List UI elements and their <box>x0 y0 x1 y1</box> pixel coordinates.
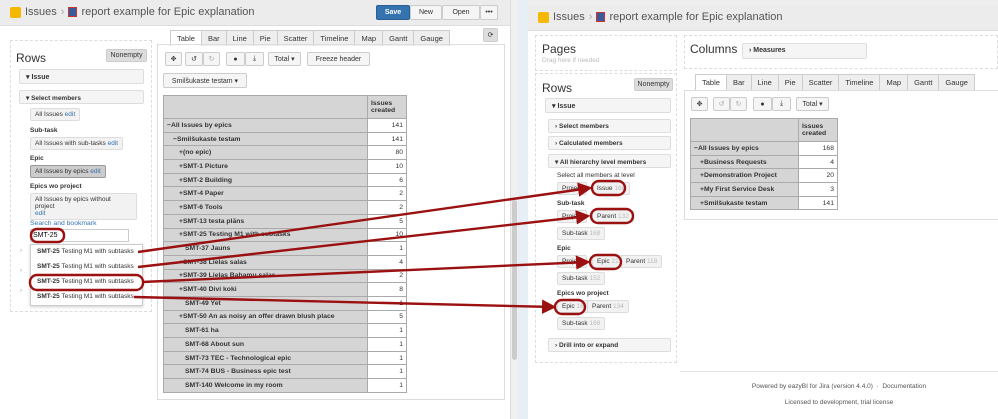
annotation-overlay <box>28 179 635 316</box>
annotation-circle <box>590 179 627 197</box>
annotation-arrow <box>141 255 591 284</box>
annotation-circle <box>553 298 587 316</box>
annotation-circle <box>588 253 623 271</box>
annotation-circle <box>28 273 145 292</box>
annotation-circle <box>29 227 66 244</box>
annotation-circle <box>589 207 635 225</box>
annotation-arrow <box>133 295 557 314</box>
